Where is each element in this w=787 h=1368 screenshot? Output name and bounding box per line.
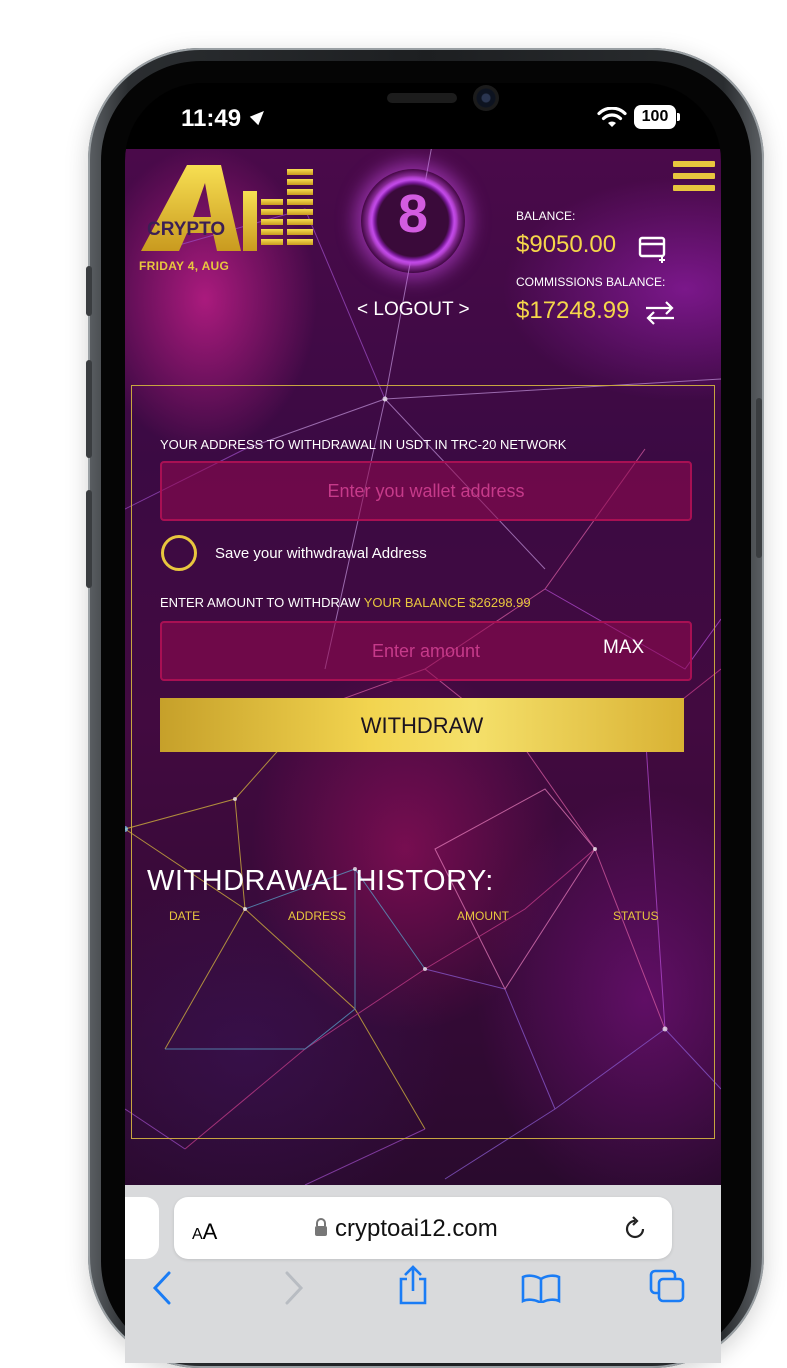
previous-tab-preview[interactable] (125, 1197, 159, 1259)
lock-icon (315, 1218, 327, 1236)
history-col-address: ADDRESS (288, 909, 347, 923)
logo-text: CRYPTO (147, 219, 226, 240)
history-col-date: DATE (169, 909, 201, 923)
reload-icon[interactable] (621, 1215, 649, 1243)
amount-label: ENTER AMOUNT TO WITHDRAW YOUR BALANCE $2… (160, 595, 531, 610)
wallet-address-input[interactable] (160, 461, 692, 521)
power-button (756, 398, 762, 558)
tabs-icon[interactable] (647, 1269, 687, 1305)
battery-indicator: 100 (634, 105, 676, 129)
history-col-amount: AMOUNT (457, 909, 509, 923)
commissions-balance-label: COMMISSIONS BALANCE: (516, 275, 666, 289)
balance-value: $9050.00 (516, 231, 617, 258)
battery-tip (677, 113, 680, 121)
history-col-status: STATUS (613, 909, 659, 923)
withdrawal-history-title: WITHDRAWAL HISTORY: (147, 865, 494, 897)
web-page: CRYPTO FRIDAY 4, AUG 8 < LOGOUT > BALANC… (125, 149, 721, 1185)
save-address-radio[interactable] (161, 535, 197, 571)
text-size-small-a: A (192, 1226, 203, 1243)
logout-link[interactable]: < LOGOUT > (357, 299, 470, 321)
status-time: 11:49 (181, 105, 242, 132)
text-size-large-a: A (202, 1219, 218, 1244)
level-number: 8 (397, 184, 429, 244)
notch (269, 83, 583, 133)
ai-crypto-logo (141, 165, 313, 251)
add-card-icon[interactable] (638, 235, 670, 263)
amount-label-text: ENTER AMOUNT TO WITHDRAW (160, 595, 361, 610)
swap-icon[interactable] (644, 299, 676, 327)
menu-icon[interactable] (673, 161, 715, 191)
wifi-icon (597, 107, 627, 127)
address-label: YOUR ADDRESS TO WITHDRAWAL IN USDT IN TR… (160, 437, 567, 452)
back-icon[interactable] (151, 1271, 175, 1305)
your-balance-text: YOUR BALANCE $26298.99 (363, 595, 531, 610)
url-domain[interactable]: cryptoai12.com (335, 1215, 498, 1243)
volume-down-button (86, 490, 92, 588)
max-button[interactable]: MAX (603, 637, 644, 659)
text-size-button[interactable]: AA (192, 1219, 217, 1245)
bookmarks-icon[interactable] (521, 1273, 561, 1303)
save-address-label: Save your withwdrawal Address (215, 545, 427, 562)
silent-switch (86, 266, 92, 316)
balance-label: BALANCE: (516, 209, 576, 223)
front-camera (473, 85, 499, 111)
commissions-balance-value: $17248.99 (516, 297, 630, 324)
withdraw-button[interactable]: WITHDRAW (160, 698, 684, 752)
browser-toolbar: AA cryptoai12.com (125, 1185, 721, 1363)
earpiece-speaker (387, 93, 457, 103)
volume-up-button (86, 360, 92, 458)
current-date: FRIDAY 4, AUG (139, 259, 230, 273)
share-icon[interactable] (397, 1265, 429, 1305)
phone-screen: 11:49 100 CRYPTO FRIDAY 4, AUG 8 < LOGOU… (125, 83, 721, 1363)
forward-icon[interactable] (281, 1271, 305, 1305)
